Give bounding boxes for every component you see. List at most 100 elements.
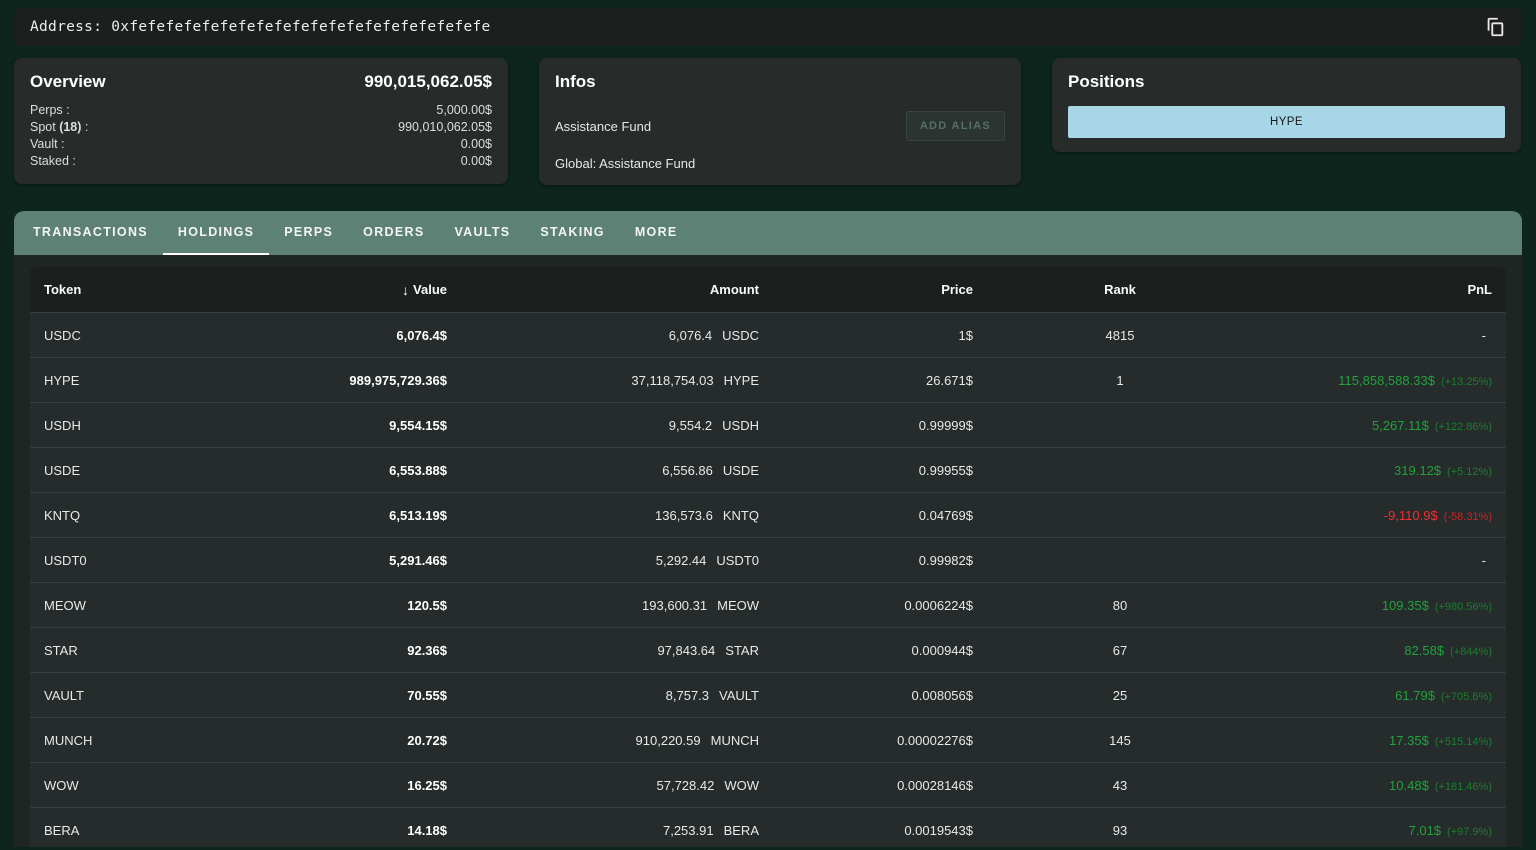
overview-row: Perps : 5,000.00$ [30,102,492,119]
amount-number: 7,253.91 [663,823,714,838]
table-header: Token ↓ Value Amount Price Rank PnL [30,267,1506,312]
amount-number: 57,728.42 [657,778,715,793]
cell-rank: 25 [973,688,1267,703]
amount-number: 193,600.31 [642,598,707,613]
cell-token: KNTQ [44,508,214,523]
cell-token: STAR [44,643,214,658]
pnl-value: - [1482,328,1486,343]
cell-pnl: 61.79$(+705.6%) [1267,688,1492,703]
summary-cards: Overview 990,015,062.05$ Perps : 5,000.0… [14,58,1522,185]
column-header-token[interactable]: Token [44,282,214,297]
cell-price: 0.000944$ [759,643,973,658]
address-text: Address: 0xfefefefefefefefefefefefefefef… [30,19,491,35]
amount-number: 9,554.2 [669,418,712,433]
cell-amount: 5,292.44 USDT0 [447,553,759,568]
pnl-value: 5,267.11$ [1372,418,1429,433]
cell-pnl: 82.58$(+844%) [1267,643,1492,658]
cell-value: 9,554.15$ [214,418,447,433]
overview-row: Spot (18) : 990,010,062.05$ [30,119,492,136]
copy-address-button[interactable] [1478,12,1512,42]
amount-symbol: USDT0 [716,553,759,568]
table-row[interactable]: BERA 14.18$ 7,253.91 BERA 0.0019543$ 93 … [30,807,1506,847]
table-row[interactable]: VAULT 70.55$ 8,757.3 VAULT 0.008056$ 25 … [30,672,1506,717]
address-value: 0xfefefefefefefefefefefefefefefefefefefe… [111,19,490,35]
tab-vaults[interactable]: VAULTS [439,211,525,255]
tab-perps[interactable]: PERPS [269,211,348,255]
column-header-pnl[interactable]: PnL [1267,282,1492,297]
cell-rank: 67 [973,643,1267,658]
cell-amount: 9,554.2 USDH [447,418,759,433]
cell-pnl: 115,858,588.33$(+13.25%) [1267,373,1492,388]
cell-pnl: - [1267,328,1492,343]
address-label: Address: [30,19,111,35]
global-alias-text: Global: Assistance Fund [555,156,1005,171]
cell-price: 0.99999$ [759,418,973,433]
cell-pnl: 17.35$(+515.14%) [1267,733,1492,748]
copy-icon [1484,16,1506,38]
amount-symbol: USDE [723,463,759,478]
cell-amount: 6,076.4 USDC [447,328,759,343]
table-row[interactable]: USDC 6,076.4$ 6,076.4 USDC 1$ 4815 - [30,312,1506,357]
tab-holdings[interactable]: HOLDINGS [163,211,269,255]
pnl-percent: (+5.12%) [1447,466,1492,478]
overview-total: 990,015,062.05$ [364,72,492,92]
cell-price: 0.00028146$ [759,778,973,793]
table-row[interactable]: WOW 16.25$ 57,728.42 WOW 0.00028146$ 43 … [30,762,1506,807]
holdings-panel: TRANSACTIONSHOLDINGSPERPSORDERSVAULTSSTA… [14,211,1522,847]
cell-amount: 910,220.59 MUNCH [447,733,759,748]
cell-amount: 8,757.3 VAULT [447,688,759,703]
add-alias-button[interactable]: ADD ALIAS [906,111,1005,141]
table-row[interactable]: USDE 6,553.88$ 6,556.86 USDE 0.99955$ 31… [30,447,1506,492]
cell-value: 16.25$ [214,778,447,793]
pnl-value: 82.58$ [1404,643,1444,658]
cell-token: WOW [44,778,214,793]
amount-number: 910,220.59 [636,733,701,748]
pnl-percent: (+705.6%) [1441,691,1492,703]
amount-symbol: USDC [722,328,759,343]
table-row[interactable]: MEOW 120.5$ 193,600.31 MEOW 0.0006224$ 8… [30,582,1506,627]
column-header-price[interactable]: Price [759,282,973,297]
amount-number: 6,076.4 [669,328,712,343]
cell-amount: 7,253.91 BERA [447,823,759,838]
position-chip-hype[interactable]: HYPE [1068,106,1505,138]
overview-row: Staked : 0.00$ [30,153,492,170]
table-row[interactable]: USDH 9,554.15$ 9,554.2 USDH 0.99999$ 5,2… [30,402,1506,447]
table-row[interactable]: MUNCH 20.72$ 910,220.59 MUNCH 0.00002276… [30,717,1506,762]
overview-row-value: 990,010,062.05$ [398,119,492,136]
table-row[interactable]: STAR 92.36$ 97,843.64 STAR 0.000944$ 67 … [30,627,1506,672]
cell-pnl: 7.01$(+97.9%) [1267,823,1492,838]
pnl-percent: (+515.14%) [1435,736,1492,748]
table-row[interactable]: HYPE 989,975,729.36$ 37,118,754.03 HYPE … [30,357,1506,402]
cell-amount: 136,573.6 KNTQ [447,508,759,523]
cell-price: 0.0006224$ [759,598,973,613]
cell-value: 20.72$ [214,733,447,748]
positions-card: Positions HYPE [1052,58,1521,152]
cell-price: 26.671$ [759,373,973,388]
tab-staking[interactable]: STAKING [525,211,619,255]
pnl-value: 115,858,588.33$ [1338,373,1435,388]
tab-orders[interactable]: ORDERS [348,211,439,255]
overview-row-value: 0.00$ [461,136,492,153]
infos-title: Infos [555,72,596,92]
cell-value: 5,291.46$ [214,553,447,568]
column-header-value[interactable]: ↓ Value [214,282,447,298]
cell-token: USDH [44,418,214,433]
amount-symbol: STAR [725,643,759,658]
column-header-rank[interactable]: Rank [973,282,1267,297]
amount-symbol: MEOW [717,598,759,613]
amount-symbol: MUNCH [711,733,759,748]
column-header-amount[interactable]: Amount [447,282,759,297]
overview-row-label: Spot (18) : [30,119,88,136]
cell-price: 0.99955$ [759,463,973,478]
cell-pnl: 10.48$(+181.46%) [1267,778,1492,793]
overview-row-label: Staked : [30,153,76,170]
cell-value: 120.5$ [214,598,447,613]
table-row[interactable]: KNTQ 6,513.19$ 136,573.6 KNTQ 0.04769$ -… [30,492,1506,537]
cell-pnl: 109.35$(+980.56%) [1267,598,1492,613]
cell-amount: 193,600.31 MEOW [447,598,759,613]
table-row[interactable]: USDT0 5,291.46$ 5,292.44 USDT0 0.99982$ … [30,537,1506,582]
tab-more[interactable]: MORE [620,211,693,255]
cell-token: MEOW [44,598,214,613]
cell-token: MUNCH [44,733,214,748]
tab-transactions[interactable]: TRANSACTIONS [18,211,163,255]
